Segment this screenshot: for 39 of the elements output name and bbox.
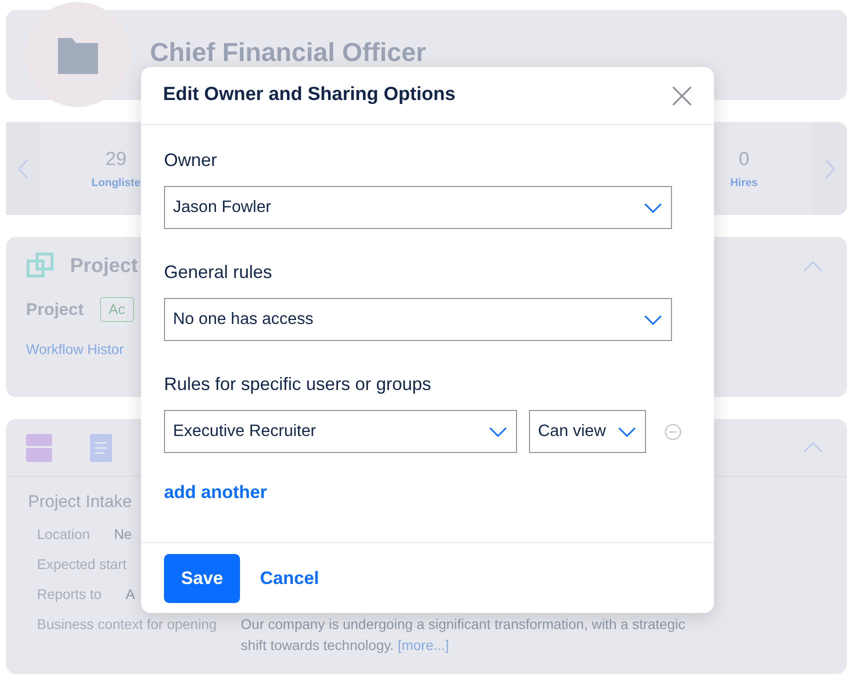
chevron-left-icon[interactable]: [18, 158, 28, 178]
field-label: Business context for opening: [37, 615, 217, 634]
select-field[interactable]: Executive Recruiter: [164, 410, 517, 453]
field-label: Expected start: [37, 554, 126, 574]
stat-value: 29: [105, 148, 127, 172]
chevron-down-icon: [643, 314, 663, 326]
field-value: Ne: [114, 524, 132, 544]
field-label: Project: [26, 299, 84, 321]
chevron-down-icon: [488, 426, 508, 438]
document-icon: [90, 434, 112, 462]
status-badge: Ac: [100, 297, 134, 322]
stat-value: 0: [738, 148, 750, 172]
save-button[interactable]: Save: [164, 554, 240, 603]
dialog-title: Edit Owner and Sharing Options: [163, 83, 456, 108]
stat-label: Longliste: [92, 176, 140, 190]
archive-box-icon: [26, 434, 52, 462]
cancel-button[interactable]: Cancel: [254, 564, 326, 593]
section-title: Project Intake: [28, 491, 132, 513]
linked-squares-icon: [26, 252, 54, 280]
section-title: Project: [70, 254, 138, 279]
add-link[interactable]: add another: [164, 479, 268, 506]
field-label: Reports to: [37, 585, 102, 604]
remove-icon[interactable]: [664, 422, 682, 440]
close-icon[interactable]: [672, 86, 692, 106]
folder-icon: [58, 36, 98, 74]
field-label: Location: [37, 524, 90, 544]
select-field[interactable]: Jason Fowler: [164, 186, 672, 229]
field-value: Our company is undergoing a significant transformation, with a strategic shift towards technology. [more...]: [240, 615, 686, 655]
select-field[interactable]: Can view: [529, 410, 646, 453]
field-label: Rules for specific users or groups: [164, 373, 432, 396]
select-field[interactable]: No one has access: [164, 298, 672, 341]
field-label: General rules: [164, 261, 274, 284]
chevron-down-icon: [643, 202, 663, 214]
stat-label: Hires: [730, 176, 758, 190]
chevron-right-icon[interactable]: [825, 158, 835, 178]
field-value: A: [126, 585, 135, 604]
job-title: Chief Financial Officer: [150, 38, 426, 66]
chevron-down-icon: [617, 426, 637, 438]
field-label: Owner: [164, 149, 218, 172]
